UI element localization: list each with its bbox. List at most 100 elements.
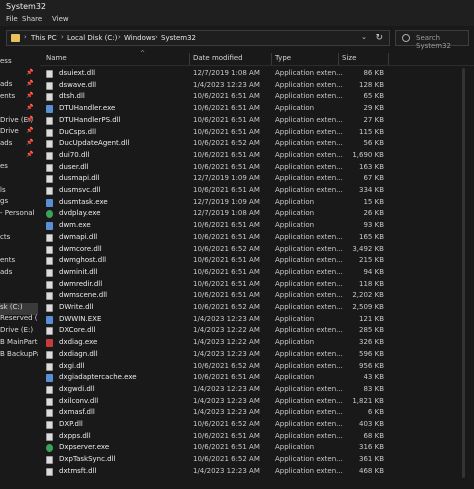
table-row[interactable]: DXCore.dll 1/4/2023 12:22 AM Application e… (40, 325, 388, 337)
chevron-down-icon[interactable]: ⌄ (361, 33, 367, 41)
nav-item[interactable]: ads 📌 (0, 80, 38, 92)
table-row[interactable]: dxgi.dll 10/6/2021 6:52 AM Application ext… (40, 361, 388, 373)
nav-item[interactable]: gs (0, 197, 38, 209)
column-size[interactable]: Size (342, 54, 356, 62)
nav-item[interactable]: 📌 (0, 104, 38, 116)
cell-name: DucUpdateAgent.dll (59, 139, 130, 148)
nav-item[interactable]: ads 📌 (0, 139, 38, 151)
table-row[interactable]: Dxpserver.exe 10/6/2021 6:51 AM Applicatio… (40, 442, 388, 454)
chevron-right-icon[interactable]: › (24, 33, 27, 41)
table-row[interactable]: dxdiag.exe 1/4/2023 12:22 AM Application 32… (40, 337, 388, 349)
refresh-icon[interactable]: ↻ (375, 33, 383, 43)
breadcrumb-system32[interactable]: System32 (161, 34, 196, 42)
column-divider[interactable] (189, 53, 190, 65)
tab-share[interactable]: Share (22, 15, 42, 23)
nav-item[interactable] (0, 291, 38, 303)
cell-date: 10/6/2021 6:51 AM (193, 127, 260, 136)
cell-type: Application exten... (275, 127, 343, 136)
nav-item[interactable] (0, 221, 38, 233)
nav-item[interactable]: 📌 (0, 69, 38, 81)
cell-size: 2,509 KB (352, 303, 384, 311)
table-row[interactable]: dxilconv.dll 1/4/2023 12:23 AM Application… (40, 396, 388, 408)
column-divider[interactable] (388, 53, 389, 65)
dll-file-icon (46, 116, 53, 125)
nav-item[interactable]: es (0, 162, 38, 174)
column-type[interactable]: Type (275, 54, 291, 62)
nav-item[interactable]: cts (0, 233, 38, 245)
nav-item[interactable]: Reserved (D (0, 314, 38, 326)
cell-name: dxgi.dll (59, 361, 85, 370)
cell-name: dwmredir.dll (59, 279, 103, 288)
column-divider[interactable] (338, 53, 339, 65)
nav-item[interactable]: B MainPart (0, 338, 38, 350)
chevron-right-icon[interactable]: › (118, 33, 121, 41)
chevron-right-icon[interactable]: › (155, 33, 158, 41)
nav-item[interactable]: ls (0, 186, 38, 198)
table-row[interactable]: DuCsps.dll 10/6/2021 6:51 AM Application e… (40, 127, 388, 139)
table-row[interactable]: DTUHandlerPS.dll 10/6/2021 6:51 AM Applica… (40, 115, 388, 127)
table-row[interactable]: dwmghost.dll 10/6/2021 6:51 AM Application… (40, 255, 388, 267)
nav-item[interactable]: 📌 (0, 151, 38, 163)
nav-item-label: B MainPart (0, 337, 38, 346)
tab-view[interactable]: View (52, 15, 69, 23)
table-row[interactable]: dxmasf.dll 1/4/2023 12:23 AM Application e… (40, 407, 388, 419)
table-row[interactable]: dwmapi.dll 10/6/2021 6:51 AM Application e… (40, 232, 388, 244)
exe-file-icon (46, 105, 53, 114)
table-row[interactable]: dvdplay.exe 12/7/2019 1:08 AM Application 2… (40, 208, 388, 220)
table-row[interactable]: dxdiagn.dll 1/4/2023 12:23 AM Application … (40, 349, 388, 361)
nav-item[interactable]: Drive (E:) (0, 326, 38, 338)
table-row[interactable]: DXP.dll 10/6/2021 6:52 AM Application exte… (40, 419, 388, 431)
nav-item[interactable]: - Personal (0, 209, 38, 221)
nav-item[interactable]: Drive (E:) 📌 (0, 116, 38, 128)
breadcrumb-local-disk[interactable]: Local Disk (C:) (67, 34, 117, 42)
tab-file[interactable]: File (6, 15, 18, 23)
nav-item[interactable]: ads (0, 268, 38, 280)
nav-item[interactable]: ents (0, 256, 38, 268)
chevron-right-icon[interactable]: › (61, 33, 64, 41)
cell-name: dwmapi.dll (59, 232, 98, 241)
table-row[interactable]: dswave.dll 1/4/2023 12:23 AM Application e… (40, 80, 388, 92)
table-row[interactable]: DWWIN.EXE 1/4/2023 12:23 AM Application 121… (40, 314, 388, 326)
table-row[interactable]: dxtmsft.dll 1/4/2023 12:23 AM Application … (40, 466, 388, 478)
search-box[interactable]: Search System32 (395, 30, 469, 50)
breadcrumb-this-pc[interactable]: This PC (31, 34, 57, 42)
table-row[interactable]: DWrite.dll 10/6/2021 6:52 AM Application e… (40, 302, 388, 314)
table-row[interactable]: DucUpdateAgent.dll 10/6/2021 6:52 AM Appli… (40, 138, 388, 150)
table-row[interactable]: dusmtask.exe 12/7/2019 1:09 AM Application… (40, 197, 388, 209)
table-row[interactable]: dwm.exe 10/6/2021 6:51 AM Application 93 KB (40, 220, 388, 232)
table-row[interactable]: dwmredir.dll 10/6/2021 6:51 AM Application… (40, 279, 388, 291)
column-date-modified[interactable]: Date modified (193, 54, 243, 62)
table-row[interactable]: dsuiext.dll 12/7/2019 1:08 AM Application … (40, 68, 388, 80)
nav-item[interactable]: sk (C:) (0, 302, 38, 315)
table-row[interactable]: dusmapi.dll 12/7/2019 1:09 AM Application … (40, 173, 388, 185)
cell-size: 27 KB (363, 115, 384, 124)
nav-item[interactable]: ess (0, 57, 38, 69)
table-row[interactable]: dui70.dll 10/6/2021 6:51 AM Application ex… (40, 150, 388, 162)
table-row[interactable]: duser.dll 10/6/2021 6:51 AM Application ex… (40, 162, 388, 174)
address-bar[interactable]: › This PC › Local Disk (C:) › Windows › … (6, 30, 390, 46)
column-name[interactable]: Name (46, 54, 67, 62)
table-row[interactable]: dxgwdi.dll 1/4/2023 12:23 AM Application e… (40, 384, 388, 396)
cell-name: dxgiadaptercache.exe (59, 373, 137, 382)
nav-item[interactable] (0, 174, 38, 186)
table-row[interactable]: dwminit.dll 10/6/2021 6:51 AM Application … (40, 267, 388, 279)
table-row[interactable]: dxpps.dll 10/6/2021 6:51 AM Application ex… (40, 431, 388, 443)
table-row[interactable]: dwmcore.dll 10/6/2021 6:52 AM Application … (40, 244, 388, 256)
column-divider[interactable] (271, 53, 272, 65)
cell-name: dxtmsft.dll (59, 466, 97, 475)
nav-item[interactable] (0, 244, 38, 256)
vertical-scrollbar[interactable] (462, 68, 465, 478)
nav-item[interactable]: B BackupPa (0, 350, 38, 362)
cell-size: 128 KB (359, 80, 384, 89)
table-row[interactable]: dxgiadaptercache.exe 10/6/2021 6:51 AM App… (40, 372, 388, 384)
nav-item[interactable] (0, 279, 38, 291)
nav-item[interactable]: ents 📌 (0, 92, 38, 104)
table-row[interactable]: DxpTaskSync.dll 10/6/2021 6:52 AM Applicat… (40, 454, 388, 466)
table-row[interactable]: dtsh.dll 10/6/2021 6:51 AM Application ext… (40, 91, 388, 103)
table-row[interactable]: dusmsvc.dll 10/6/2021 6:51 AM Application … (40, 185, 388, 197)
nav-item[interactable]: Drive 📌 (0, 127, 38, 139)
table-row[interactable]: DTUHandler.exe 10/6/2021 6:51 AM Applicati… (40, 103, 388, 115)
breadcrumb-windows[interactable]: Windows (124, 34, 155, 42)
cell-name: Dxpserver.exe (59, 443, 110, 452)
table-row[interactable]: dwmscene.dll 10/6/2021 6:51 AM Application… (40, 290, 388, 302)
